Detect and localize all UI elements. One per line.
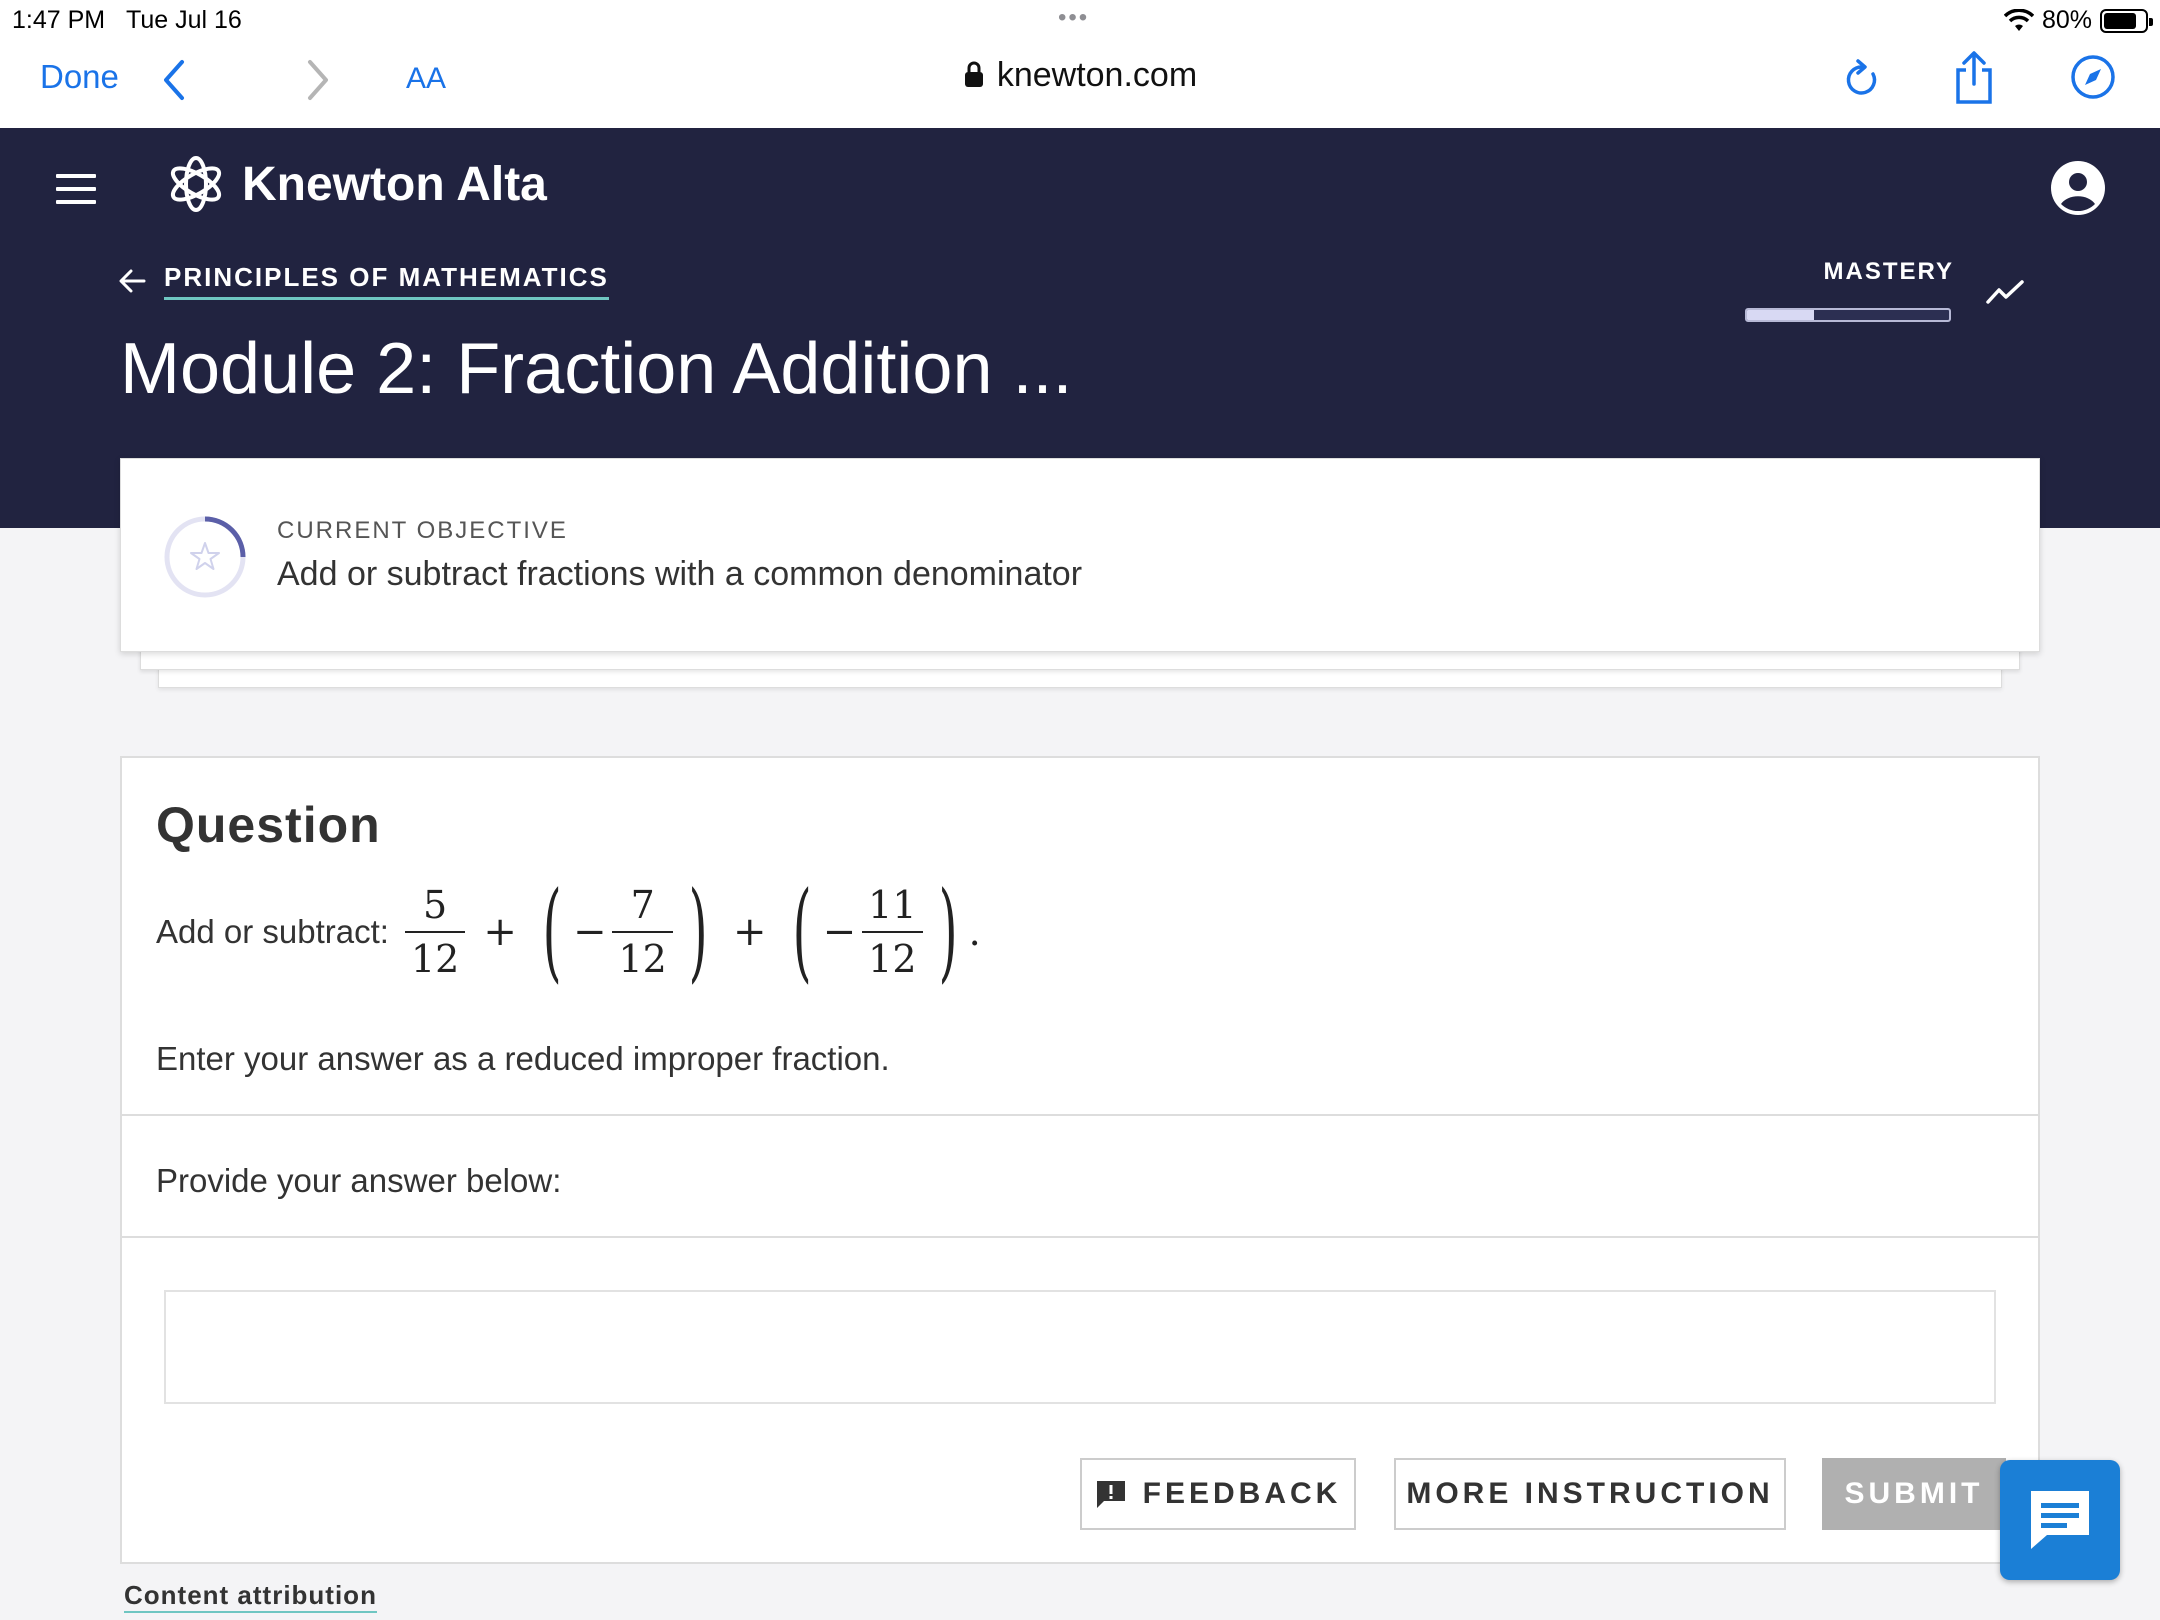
feedback-button[interactable]: FEEDBACK (1080, 1458, 1356, 1530)
period: . (968, 910, 981, 954)
breadcrumb[interactable]: PRINCIPLES OF MATHEMATICS (118, 262, 609, 300)
provide-answer-label: Provide your answer below: (156, 1162, 562, 1199)
breadcrumb-course-link[interactable]: PRINCIPLES OF MATHEMATICS (164, 262, 609, 300)
menu-icon[interactable] (56, 174, 96, 213)
trend-chart-icon[interactable] (1985, 278, 2025, 306)
atom-logo-icon (170, 156, 222, 212)
battery-icon (2100, 8, 2153, 33)
address-bar[interactable]: knewton.com (0, 56, 2160, 95)
battery-percent: 80% (2041, 6, 2092, 34)
plus-operator: + (483, 909, 517, 955)
divider (122, 1236, 2038, 1238)
math-expression: 5 12 + ( − 7 12 ) + ( − 11 12 ) . (401, 878, 981, 986)
minus-sign: − (822, 909, 857, 955)
minus-sign: − (572, 909, 607, 955)
chat-support-button[interactable] (2000, 1460, 2120, 1580)
numerator: 5 (423, 883, 448, 927)
mastery-label: MASTERY (1823, 258, 1954, 285)
left-paren: ( (792, 869, 812, 994)
denominator: 12 (612, 931, 673, 981)
safari-toolbar: Done AA knewton.com (0, 40, 2160, 128)
submit-label: SUBMIT (1844, 1477, 1984, 1510)
fraction-term: 11 12 (862, 883, 923, 981)
right-paren: ) (688, 869, 708, 994)
more-instruction-label: MORE INSTRUCTION (1406, 1477, 1774, 1510)
question-title: Question (156, 797, 381, 853)
objective-progress-ring-icon (164, 516, 246, 598)
numerator: 7 (630, 883, 655, 927)
question-card: Question Add or subtract: 5 12 + ( − 7 1… (120, 756, 2040, 1564)
reload-icon[interactable] (1842, 58, 1882, 104)
back-arrow-icon (119, 269, 146, 293)
share-icon[interactable] (1952, 50, 1996, 106)
submit-button[interactable]: SUBMIT (1822, 1458, 2006, 1530)
status-indicators: 80% (2003, 6, 2153, 35)
battery-level (2104, 12, 2136, 29)
numerator: 11 (868, 883, 917, 927)
divider (122, 1114, 2038, 1116)
fraction-term: 5 12 (404, 883, 466, 981)
status-date: Tue Jul 16 (126, 6, 242, 34)
answer-input[interactable] (164, 1290, 1996, 1404)
status-time: 1:47 PM (12, 6, 106, 34)
prompt-text: Add or subtract: (156, 913, 389, 950)
denominator: 12 (404, 931, 466, 981)
current-objective-card[interactable]: CURRENT OBJECTIVE Add or subtract fracti… (120, 458, 2040, 652)
brand-name: Knewton Alta (242, 157, 547, 211)
mastery-progress-fill (1747, 310, 1814, 320)
objective-label: CURRENT OBJECTIVE (277, 517, 568, 544)
content-attribution-link[interactable]: Content attribution (124, 1580, 377, 1613)
question-prompt: Add or subtract: 5 12 + ( − 7 12 ) + ( −… (156, 878, 981, 986)
lock-icon (964, 61, 983, 87)
more-instruction-button[interactable]: MORE INSTRUCTION (1394, 1458, 1786, 1530)
feedback-label: FEEDBACK (1142, 1477, 1342, 1510)
denominator: 12 (862, 931, 923, 981)
ios-status-bar: 1:47 PM Tue Jul 16 ••• 80% (0, 0, 2160, 40)
url-text: knewton.com (996, 56, 1198, 94)
fraction-term: 7 12 (612, 883, 673, 981)
left-paren: ( (542, 869, 562, 994)
right-paren: ) (938, 869, 958, 994)
mastery-progress-bar (1745, 308, 1951, 322)
objective-text: Add or subtract fractions with a common … (277, 555, 1083, 593)
question-instruction: Enter your answer as a reduced improper … (156, 1040, 890, 1077)
chat-icon (2031, 1491, 2089, 1549)
brand-logo[interactable]: Knewton Alta (166, 154, 547, 214)
user-account-icon[interactable] (2050, 160, 2106, 216)
page-title: Module 2: Fraction Addition ... (120, 329, 1073, 409)
plus-operator: + (732, 909, 767, 955)
compass-icon[interactable] (2070, 54, 2116, 100)
multitasking-dots[interactable]: ••• (1058, 4, 1089, 32)
wifi-icon (2003, 8, 2034, 31)
feedback-icon (1096, 1481, 1125, 1508)
